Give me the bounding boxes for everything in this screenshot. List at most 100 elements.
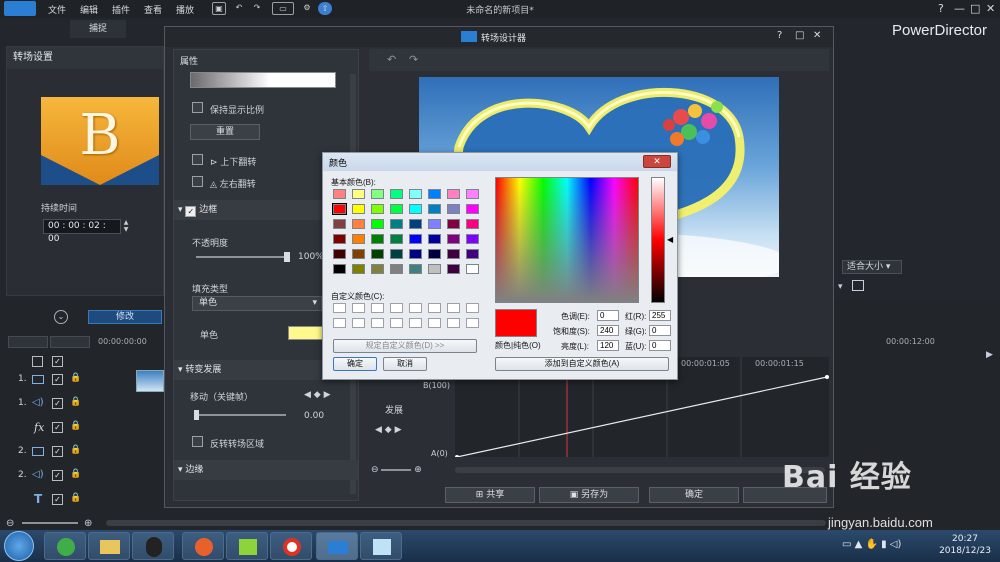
basic-color-swatch[interactable]: [333, 234, 346, 244]
track-enable-check[interactable]: ✓: [52, 446, 63, 457]
graph-scrollbar[interactable]: [455, 467, 825, 473]
basic-color-swatch[interactable]: [466, 189, 479, 199]
lock-icon[interactable]: 🔒: [70, 373, 81, 383]
color-ok-button[interactable]: 确定: [333, 357, 377, 371]
basic-color-swatch[interactable]: [409, 219, 422, 229]
menu-view[interactable]: 查看: [144, 3, 162, 16]
basic-color-swatch[interactable]: [333, 249, 346, 259]
taskbar-app-browser[interactable]: [44, 532, 86, 560]
graph-right-scroll[interactable]: ▶: [986, 350, 993, 360]
color-dialog-close-button[interactable]: ✕: [643, 155, 671, 168]
menu-file[interactable]: 文件: [48, 3, 66, 16]
custom-color-swatch[interactable]: [390, 303, 403, 313]
timeline-tool-2-icon[interactable]: [50, 336, 90, 348]
timeline-tool-1-icon[interactable]: [8, 336, 48, 348]
custom-color-swatch[interactable]: [466, 303, 479, 313]
taskbar-app-recorder[interactable]: [270, 532, 312, 560]
basic-color-swatch[interactable]: [333, 189, 346, 199]
taskbar-app-qq[interactable]: [132, 532, 174, 560]
basic-color-swatch[interactable]: [390, 264, 403, 274]
menu-play[interactable]: 播放: [176, 3, 194, 16]
basic-color-swatch[interactable]: [352, 189, 365, 199]
ok-button[interactable]: 确定: [649, 487, 739, 503]
basic-color-swatch[interactable]: [371, 219, 384, 229]
save-as-button[interactable]: ▣ 另存为: [539, 487, 639, 503]
basic-color-swatch[interactable]: [390, 189, 403, 199]
lock-icon[interactable]: 🔒: [70, 469, 81, 479]
lock-icon[interactable]: 🔒: [70, 421, 81, 431]
basic-color-swatch[interactable]: [428, 264, 441, 274]
basic-color-swatch[interactable]: [428, 234, 441, 244]
basic-color-swatch[interactable]: [390, 234, 403, 244]
basic-color-swatch[interactable]: [428, 249, 441, 259]
custom-color-swatch[interactable]: [466, 318, 479, 328]
custom-color-swatch[interactable]: [352, 318, 365, 328]
zoom-in-icon[interactable]: ⊕: [84, 518, 92, 529]
basic-color-swatch[interactable]: [371, 234, 384, 244]
basic-color-swatch[interactable]: [371, 249, 384, 259]
taskbar-app-editor[interactable]: [226, 532, 268, 560]
undo-icon[interactable]: ↶: [232, 2, 246, 15]
basic-color-swatch[interactable]: [390, 249, 403, 259]
designer-maximize-button[interactable]: □: [795, 30, 804, 41]
basic-color-swatch[interactable]: [428, 204, 441, 214]
move-slider-handle[interactable]: [194, 410, 199, 420]
custom-color-swatch[interactable]: [390, 318, 403, 328]
hue-input[interactable]: 0: [597, 310, 619, 321]
duration-stepper[interactable]: ▲ ▼: [121, 219, 131, 234]
lock-icon[interactable]: 🔒: [70, 397, 81, 407]
basic-color-swatch[interactable]: [390, 219, 403, 229]
opacity-slider-handle[interactable]: [284, 252, 290, 262]
dropdown-arrow-icon[interactable]: ▾: [838, 282, 843, 292]
custom-color-swatch[interactable]: [428, 318, 441, 328]
lock-icon[interactable]: 🔒: [70, 445, 81, 455]
border-checkbox[interactable]: ✓: [185, 206, 197, 217]
basic-color-swatch[interactable]: [333, 219, 346, 229]
flip-horizontal-checkbox[interactable]: [192, 176, 203, 187]
basic-color-swatch[interactable]: [352, 204, 365, 214]
basic-color-swatch[interactable]: [409, 234, 422, 244]
opacity-slider[interactable]: [196, 256, 290, 258]
aspect-ratio-icon[interactable]: ▭: [272, 2, 294, 15]
basic-color-swatch[interactable]: [409, 249, 422, 259]
menu-edit[interactable]: 编辑: [80, 3, 98, 16]
save-icon[interactable]: ▣: [212, 2, 226, 15]
keyframe-nav-icon[interactable]: ◀ ◆ ▶: [304, 390, 331, 400]
basic-color-swatch[interactable]: [466, 249, 479, 259]
define-custom-button[interactable]: 规定自定义颜色(D) >>: [333, 339, 477, 353]
timeline-clip[interactable]: [136, 370, 164, 392]
basic-color-swatch[interactable]: [466, 264, 479, 274]
timeline-toggle-icon[interactable]: ⌄: [54, 310, 68, 324]
maximize-button[interactable]: □: [970, 2, 980, 15]
basic-color-swatch[interactable]: [428, 219, 441, 229]
track-enable-check[interactable]: ✓: [52, 470, 63, 481]
all-lock-check[interactable]: ✓: [52, 356, 63, 367]
edge-section-header[interactable]: ▾ 边缘: [174, 460, 358, 480]
move-slider[interactable]: [196, 414, 286, 416]
undo-icon[interactable]: ↶: [387, 53, 396, 66]
track-enable-check[interactable]: ✓: [52, 422, 63, 433]
basic-color-swatch[interactable]: [447, 219, 460, 229]
fit-size-dropdown[interactable]: 适合大小 ▾: [842, 260, 902, 274]
luminance-arrow-icon[interactable]: ◀: [667, 235, 673, 244]
basic-color-swatch[interactable]: [390, 204, 403, 214]
basic-color-swatch[interactable]: [352, 234, 365, 244]
graph-zoom-controls[interactable]: ⊖ ⊕: [371, 465, 441, 475]
basic-color-swatch[interactable]: [352, 219, 365, 229]
basic-color-swatch[interactable]: [428, 189, 441, 199]
custom-color-swatch[interactable]: [428, 303, 441, 313]
custom-color-swatch[interactable]: [409, 303, 422, 313]
custom-color-swatch[interactable]: [447, 318, 460, 328]
tray-icons[interactable]: ▭ ▲ ✋ ▮ ◁): [842, 539, 901, 550]
duration-input[interactable]: 00 : 00 : 02 : 00: [43, 219, 121, 244]
basic-color-swatch[interactable]: [447, 234, 460, 244]
redo-icon[interactable]: ↷: [250, 2, 264, 15]
basic-color-swatch[interactable]: [352, 264, 365, 274]
graph-keyframe-nav-icon[interactable]: ◀ ◆ ▶: [375, 425, 402, 435]
gradient-bar[interactable]: [190, 72, 336, 88]
basic-color-swatch[interactable]: [466, 234, 479, 244]
modify-button[interactable]: 修改: [88, 310, 162, 324]
designer-close-button[interactable]: ✕: [813, 30, 821, 41]
basic-color-swatch[interactable]: [409, 204, 422, 214]
reset-button[interactable]: 重置: [190, 124, 260, 140]
